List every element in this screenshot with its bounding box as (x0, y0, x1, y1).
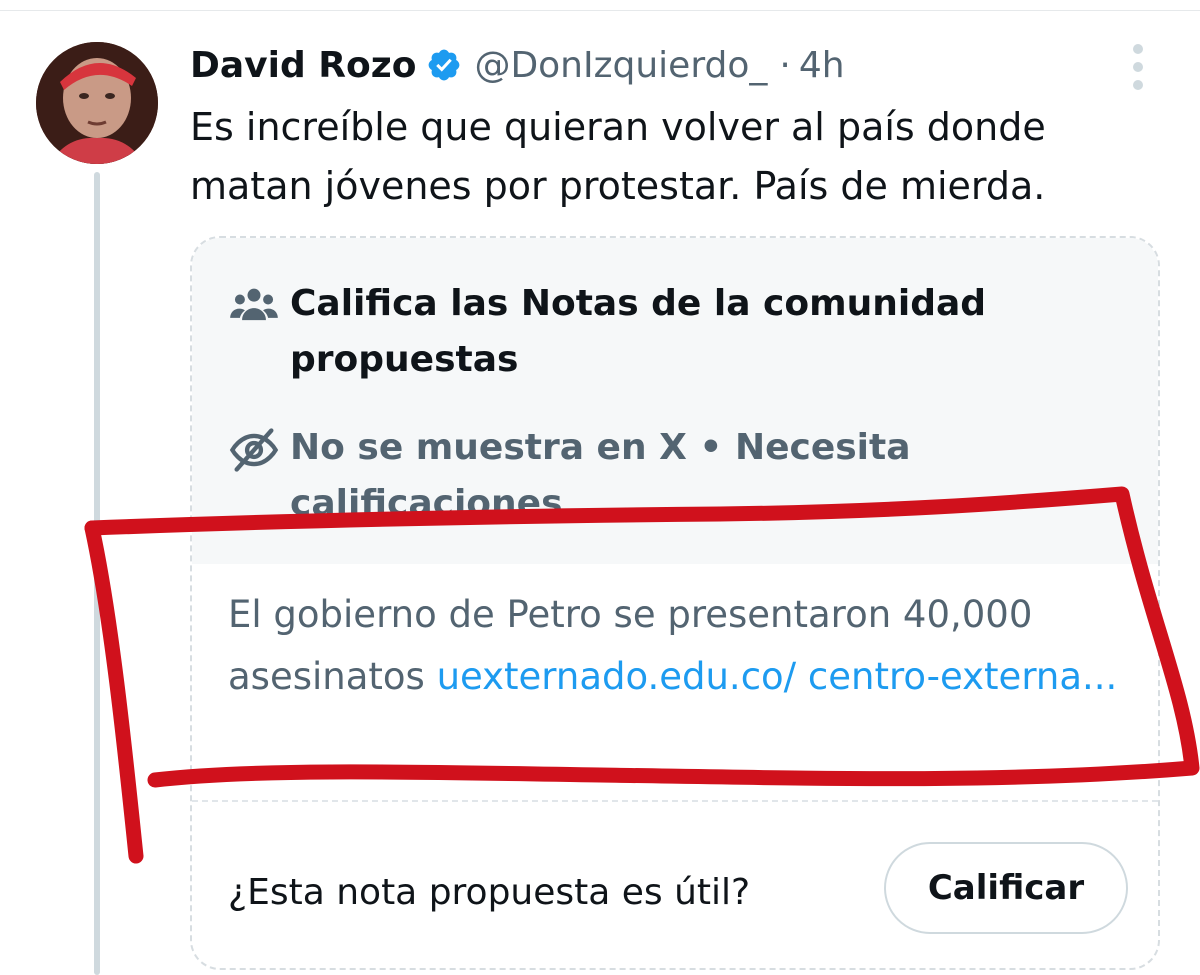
note-status-row: No se muestra en X • Necesita calificaci… (228, 420, 1090, 532)
note-source-link[interactable]: uexternado.edu.co/ centro-externa... (437, 655, 1118, 698)
thread-line (94, 172, 100, 975)
note-text: El gobierno de Petro se presentaron 40,0… (228, 584, 1128, 708)
note-divider (192, 800, 1158, 802)
rate-button[interactable]: Calificar (884, 842, 1128, 934)
community-icon (230, 288, 278, 321)
author-handle[interactable]: @DonIzquierdo_ (474, 45, 767, 86)
note-prompt-title: Califica las Notas de la comunidad propu… (290, 283, 987, 380)
community-note-card: Califica las Notas de la comunidad propu… (190, 236, 1160, 970)
timestamp[interactable]: 4h (799, 45, 845, 86)
top-divider (0, 0, 1200, 11)
tweet-header: David Rozo @DonIzquierdo_ · 4h (190, 38, 845, 92)
tweet-text: Es increíble que quieran volver al país … (190, 105, 1046, 208)
separator: · (779, 44, 791, 86)
author-name[interactable]: David Rozo (190, 45, 416, 86)
eye-slash-icon (229, 428, 279, 472)
note-status: No se muestra en X • Necesita calificaci… (290, 427, 911, 524)
avatar[interactable] (36, 42, 158, 164)
helpfulness-question: ¿Esta nota propuesta es útil? (228, 872, 751, 913)
note-prompt-row: Califica las Notas de la comunidad propu… (228, 276, 1090, 388)
verified-badge-icon (429, 49, 460, 81)
more-options-icon[interactable] (1128, 44, 1148, 90)
